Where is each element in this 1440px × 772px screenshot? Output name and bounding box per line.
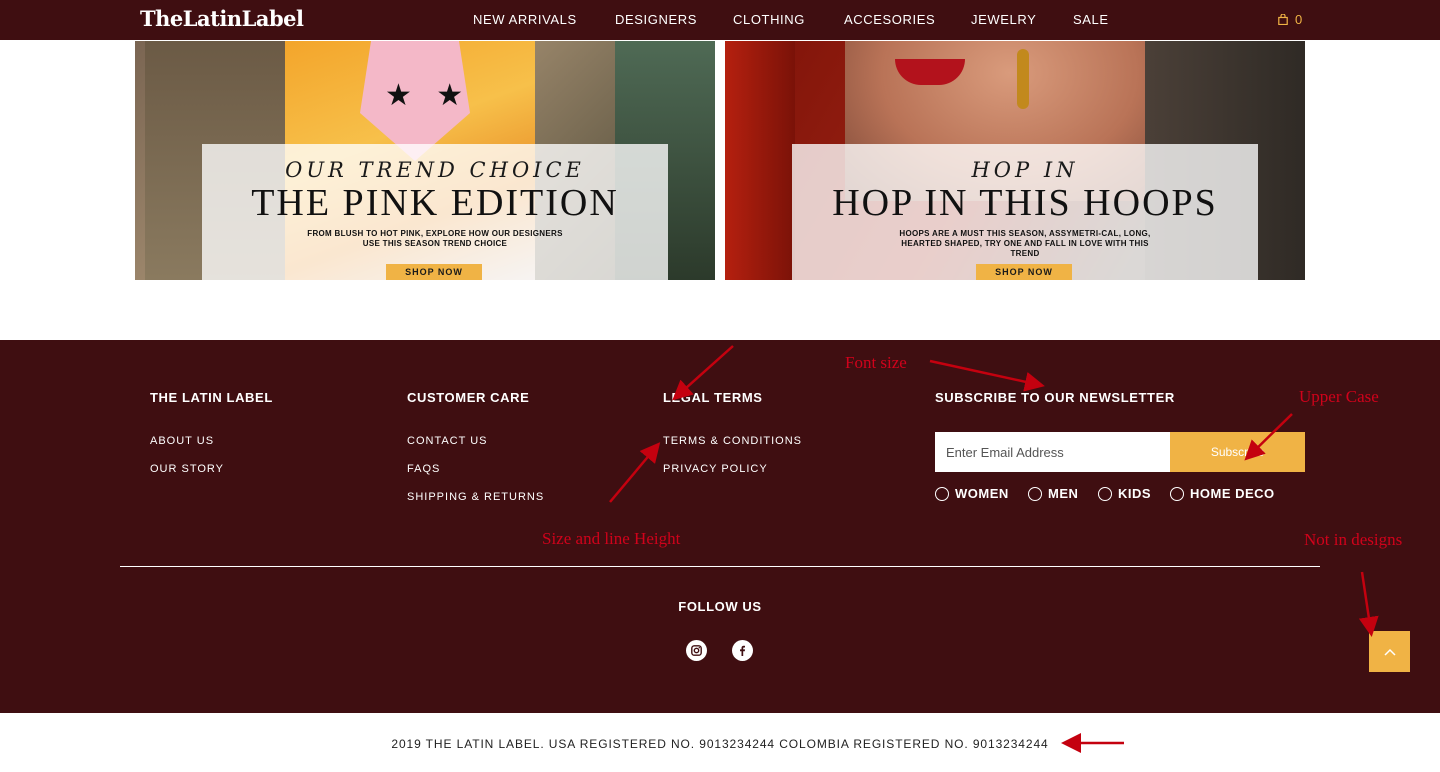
footer-heading-latin-label: THE LATIN LABEL <box>150 390 273 405</box>
banner-subtitle: OUR TREND CHOICE <box>285 158 585 182</box>
newsletter-option-kids[interactable]: KIDS <box>1098 486 1151 501</box>
back-to-top-button[interactable] <box>1369 631 1410 672</box>
page: TheLatinLabel NEW ARRIVALS DESIGNERS CLO… <box>0 0 1440 772</box>
nav-jewelry[interactable]: JEWELRY <box>971 12 1036 27</box>
instagram-link[interactable] <box>686 640 707 661</box>
shop-now-button[interactable]: SHOP NOW <box>976 264 1072 280</box>
nav-clothing[interactable]: CLOTHING <box>733 12 805 27</box>
shopping-bag-icon <box>1278 14 1288 25</box>
banner-photo-earring <box>1017 49 1029 109</box>
radio-label: WOMEN <box>955 486 1009 501</box>
instagram-icon <box>691 645 702 656</box>
footer-link-faqs[interactable]: FAQS <box>407 463 440 475</box>
nav-sale[interactable]: SALE <box>1073 12 1109 27</box>
footer-heading-customer-care: CUSTOMER CARE <box>407 390 530 405</box>
shop-now-button[interactable]: SHOP NOW <box>386 264 482 280</box>
follow-us-heading: FOLLOW US <box>678 599 762 614</box>
banner-title: THE PINK EDITION <box>251 182 619 224</box>
footer-link-shipping-returns[interactable]: SHIPPING & RETURNS <box>407 491 544 503</box>
annotation-upper-case: Upper Case <box>1299 387 1379 406</box>
newsletter-option-home-deco[interactable]: HOME DECO <box>1170 486 1275 501</box>
banner-caption-box: OUR TREND CHOICE THE PINK EDITION FROM B… <box>202 144 668 280</box>
footer-link-our-story[interactable]: OUR STORY <box>150 463 224 475</box>
banner-pink-edition[interactable]: ★ ★ OUR TREND CHOICE THE PINK EDITION FR… <box>135 41 715 280</box>
nav-designers[interactable]: DESIGNERS <box>615 12 697 27</box>
banner-title: HOP IN THIS HOOPS <box>832 182 1218 224</box>
radio-circle[interactable] <box>1170 486 1184 501</box>
scarf-star-pattern: ★ ★ <box>385 79 472 112</box>
newsletter-email-input[interactable] <box>935 432 1171 472</box>
radio-circle[interactable] <box>1098 486 1112 501</box>
footer-divider <box>120 566 1320 567</box>
nav-accesories[interactable]: ACCESORIES <box>844 12 935 27</box>
cart-count: 0 <box>1295 12 1303 27</box>
newsletter-option-men[interactable]: MEN <box>1028 486 1078 501</box>
footer-link-contact-us[interactable]: CONTACT US <box>407 435 488 447</box>
radio-circle[interactable] <box>935 486 949 501</box>
annotation-font-size: Font size <box>845 353 907 372</box>
site-footer: THE LATIN LABEL ABOUT US OUR STORY CUSTO… <box>0 340 1440 713</box>
annotation-not-in-designs: Not in designs <box>1304 530 1403 549</box>
chevron-up-icon <box>1383 648 1396 656</box>
footer-link-about-us[interactable]: ABOUT US <box>150 435 214 447</box>
footer-heading-newsletter: SUBSCRIBE TO OUR NEWSLETTER <box>935 390 1175 405</box>
annotation-size-line-height: Size and line Height <box>542 529 681 548</box>
footer-link-terms-conditions[interactable]: TERMS & CONDITIONS <box>663 435 802 447</box>
top-nav-bar: TheLatinLabel NEW ARRIVALS DESIGNERS CLO… <box>0 0 1440 40</box>
banner-subtitle: HOP IN <box>971 158 1079 182</box>
radio-label: HOME DECO <box>1190 486 1275 501</box>
copyright-text: 2019 THE LATIN LABEL. USA REGISTERED NO.… <box>391 737 1049 751</box>
footer-link-privacy-policy[interactable]: PRIVACY POLICY <box>663 463 768 475</box>
cart-button[interactable]: 0 <box>1278 12 1302 27</box>
facebook-icon <box>740 645 745 656</box>
banner-description: HOOPS ARE A MUST THIS SEASON, ASSYMETRI-… <box>899 229 1151 258</box>
site-logo[interactable]: TheLatinLabel <box>140 6 304 31</box>
banner-description: FROM BLUSH TO HOT PINK, EXPLORE HOW OUR … <box>307 229 563 248</box>
radio-circle[interactable] <box>1028 486 1042 501</box>
nav-new-arrivals[interactable]: NEW ARRIVALS <box>473 12 577 27</box>
radio-label: MEN <box>1048 486 1079 501</box>
facebook-link[interactable] <box>732 640 753 661</box>
banner-caption-box: HOP IN HOP IN THIS HOOPS HOOPS ARE A MUS… <box>792 144 1258 280</box>
banner-hoops[interactable]: HOP IN HOP IN THIS HOOPS HOOPS ARE A MUS… <box>725 41 1305 280</box>
newsletter-option-women[interactable]: WOMEN <box>935 486 1009 501</box>
radio-label: KIDS <box>1118 486 1152 501</box>
footer-heading-legal-terms: LEGAL TERMS <box>663 390 763 405</box>
banner-photo-door <box>725 41 795 280</box>
subscribe-button[interactable]: Subscribe <box>1170 432 1305 472</box>
